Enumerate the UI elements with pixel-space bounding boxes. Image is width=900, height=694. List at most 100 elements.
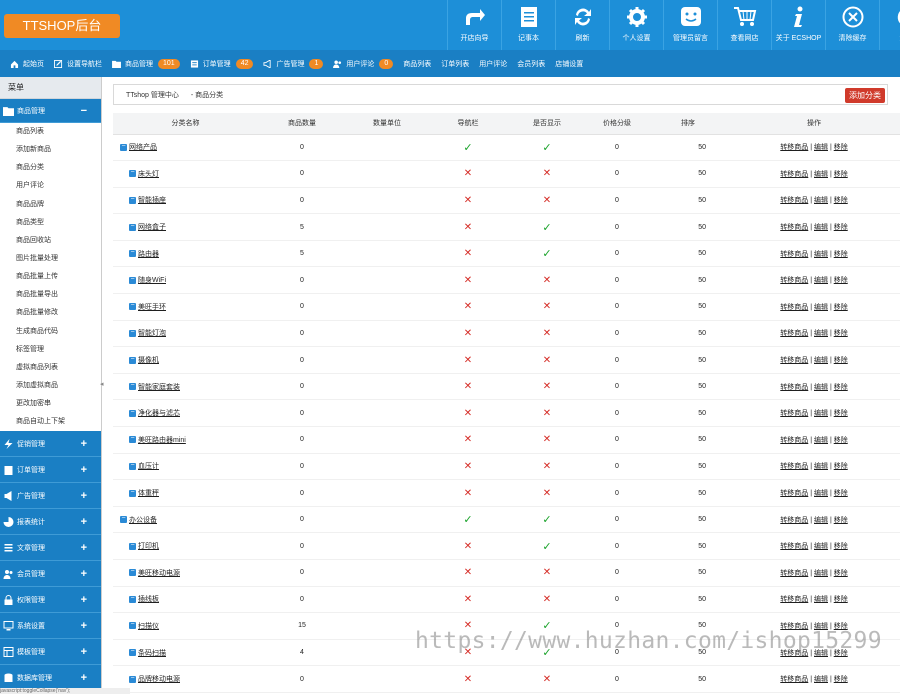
cross-icon[interactable]: ✕ xyxy=(543,195,551,206)
remove-link[interactable]: 移除 xyxy=(834,357,848,364)
visible-toggle[interactable]: ✕ xyxy=(508,479,586,507)
cross-icon[interactable]: ✕ xyxy=(464,647,472,658)
cross-icon[interactable]: ✕ xyxy=(464,301,472,312)
nav-home[interactable]: 起始页 xyxy=(10,59,44,69)
category-name-link[interactable]: 路由器 xyxy=(138,251,159,258)
transfer-goods-link[interactable]: 转移商品 xyxy=(780,676,808,683)
remove-link[interactable]: 移除 xyxy=(834,543,848,550)
sort-order-cell[interactable]: 50 xyxy=(648,134,728,162)
edit-link[interactable]: 编辑 xyxy=(814,437,828,444)
transfer-goods-link[interactable]: 转移商品 xyxy=(780,650,808,657)
transfer-goods-link[interactable]: 转移商品 xyxy=(780,437,808,444)
remove-link[interactable]: 移除 xyxy=(834,304,848,311)
remove-link[interactable]: 移除 xyxy=(834,463,848,470)
cross-icon[interactable]: ✕ xyxy=(464,222,472,233)
check-icon[interactable]: ✓ xyxy=(542,541,551,553)
visible-toggle[interactable]: ✓ xyxy=(508,612,586,640)
navbar-toggle[interactable]: ✕ xyxy=(428,346,508,374)
collapse-icon[interactable]: − xyxy=(120,515,127,524)
visible-toggle[interactable]: ✕ xyxy=(508,266,586,295)
category-name-link[interactable]: 随身WiFi xyxy=(138,277,166,284)
sidebar-subitem[interactable]: 商品类型 xyxy=(0,214,101,232)
category-name-link[interactable]: 床头灯 xyxy=(138,171,159,178)
transfer-goods-link[interactable]: 转移商品 xyxy=(780,596,808,603)
sidebar-subitem[interactable]: 商品回收站 xyxy=(0,232,101,250)
category-name-link[interactable]: 网络盒子 xyxy=(138,224,166,231)
view-shop-button[interactable]: 查看网店 xyxy=(717,0,771,50)
cross-icon[interactable]: ✕ xyxy=(464,620,472,631)
transfer-goods-link[interactable]: 转移商品 xyxy=(780,197,808,204)
sidebar-group-members[interactable]: 会员管理 + xyxy=(0,561,101,588)
sort-order-cell[interactable]: 50 xyxy=(648,213,728,241)
sort-order-cell[interactable]: 50 xyxy=(648,346,728,374)
sidebar-subitem[interactable]: 更改加密串 xyxy=(0,395,101,413)
sidebar-subitem[interactable]: 商品分类 xyxy=(0,159,101,177)
visible-toggle[interactable]: ✕ xyxy=(508,559,586,587)
sort-order-cell[interactable]: 50 xyxy=(648,479,728,507)
sort-order-cell[interactable]: 50 xyxy=(648,240,728,268)
cross-icon[interactable]: ✕ xyxy=(464,674,472,685)
cross-icon[interactable]: ✕ xyxy=(543,461,551,472)
remove-link[interactable]: 移除 xyxy=(834,384,848,391)
cross-icon[interactable]: ✕ xyxy=(543,488,551,499)
nav-member-list[interactable]: 会员列表 xyxy=(517,59,545,69)
add-category-button[interactable]: 添加分类 xyxy=(845,88,885,103)
refresh-button[interactable]: 刷新 xyxy=(555,0,609,50)
cross-icon[interactable]: ✕ xyxy=(543,381,551,392)
sidebar-group-system[interactable]: 系统设置 + xyxy=(0,613,101,640)
sidebar-subitem[interactable]: 商品批量修改 xyxy=(0,304,101,322)
collapse-icon[interactable]: − xyxy=(129,568,136,577)
edit-link[interactable]: 编辑 xyxy=(814,384,828,391)
navbar-toggle[interactable]: ✕ xyxy=(428,160,508,188)
remove-link[interactable]: 移除 xyxy=(834,197,848,204)
sidebar-group-templates[interactable]: 模板管理 + xyxy=(0,639,101,666)
visible-toggle[interactable]: ✕ xyxy=(508,426,586,454)
cross-icon[interactable]: ✕ xyxy=(464,567,472,578)
nav-user-comments[interactable]: 用户评论 xyxy=(479,59,507,69)
remove-link[interactable]: 移除 xyxy=(834,224,848,231)
edit-link[interactable]: 编辑 xyxy=(814,330,828,337)
category-name-link[interactable]: 打印机 xyxy=(138,543,159,550)
collapse-icon[interactable]: − xyxy=(129,462,136,470)
collapse-icon[interactable]: − xyxy=(129,648,136,657)
remove-link[interactable]: 移除 xyxy=(834,171,848,178)
edit-link[interactable]: 编辑 xyxy=(814,357,828,364)
sort-order-cell[interactable]: 50 xyxy=(648,373,728,401)
cross-icon[interactable]: ✕ xyxy=(464,248,472,259)
nav-order-list[interactable]: 订单列表 xyxy=(441,59,469,69)
sidebar-group-orders[interactable]: 订单管理 + xyxy=(0,457,101,484)
collapse-icon[interactable]: − xyxy=(129,329,136,337)
navbar-toggle[interactable]: ✕ xyxy=(428,586,508,614)
navbar-toggle[interactable]: ✕ xyxy=(428,426,508,454)
transfer-goods-link[interactable]: 转移商品 xyxy=(780,251,808,258)
transfer-goods-link[interactable]: 转移商品 xyxy=(780,623,808,630)
visible-toggle[interactable]: ✕ xyxy=(508,586,586,614)
check-icon[interactable]: ✓ xyxy=(542,248,551,260)
edit-link[interactable]: 编辑 xyxy=(814,171,828,178)
cross-icon[interactable]: ✕ xyxy=(543,275,551,286)
collapse-icon[interactable]: − xyxy=(129,595,136,603)
remove-link[interactable]: 移除 xyxy=(834,623,848,630)
cross-icon[interactable]: ✕ xyxy=(543,408,551,419)
collapse-icon[interactable]: − xyxy=(129,621,136,630)
sort-order-cell[interactable]: 50 xyxy=(648,187,728,215)
sidebar-subitem[interactable]: 虚拟商品列表 xyxy=(0,359,101,377)
check-icon[interactable]: ✓ xyxy=(542,142,551,154)
edit-link[interactable]: 编辑 xyxy=(814,676,828,683)
check-icon[interactable]: ✓ xyxy=(542,222,551,234)
edit-link[interactable]: 编辑 xyxy=(814,623,828,630)
edit-link[interactable]: 编辑 xyxy=(814,251,828,258)
sort-order-cell[interactable]: 50 xyxy=(648,399,728,428)
cross-icon[interactable]: ✕ xyxy=(543,434,551,445)
category-name-link[interactable]: 血压计 xyxy=(138,463,159,470)
sidebar-subitem[interactable]: 商品批量导出 xyxy=(0,286,101,304)
clear-cache-button[interactable]: 清除缓存 xyxy=(825,0,879,50)
navbar-toggle[interactable]: ✕ xyxy=(428,665,508,693)
transfer-goods-link[interactable]: 转移商品 xyxy=(780,171,808,178)
visible-toggle[interactable]: ✕ xyxy=(508,373,586,401)
cross-icon[interactable]: ✕ xyxy=(464,461,472,472)
navbar-toggle[interactable]: ✕ xyxy=(428,373,508,401)
collapse-icon[interactable]: − xyxy=(129,276,136,284)
navbar-toggle[interactable]: ✕ xyxy=(428,453,508,481)
nav-orders[interactable]: 订单管理 42 xyxy=(190,58,254,69)
